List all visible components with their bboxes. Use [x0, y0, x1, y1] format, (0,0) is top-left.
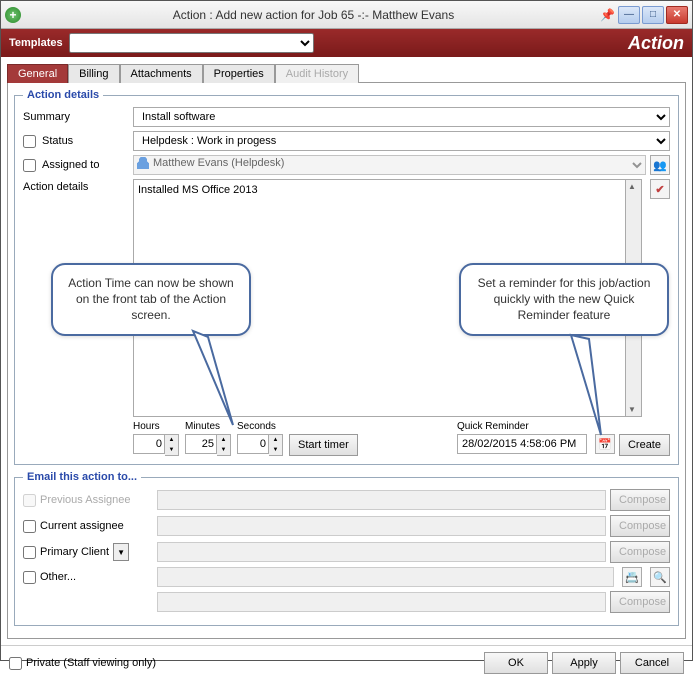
tab-general[interactable]: General	[7, 64, 68, 83]
primary-client-label: Primary Client	[40, 546, 109, 558]
status-checkbox[interactable]	[23, 135, 36, 148]
start-timer-button[interactable]: Start timer	[289, 434, 358, 456]
user-icon	[137, 157, 149, 169]
close-button[interactable]: ✕	[666, 6, 688, 24]
footer: Private (Staff viewing only) OK Apply Ca…	[1, 645, 692, 680]
curr-assignee-label: Current assignee	[40, 520, 124, 532]
spellcheck-button[interactable]: ✔	[650, 179, 670, 199]
create-reminder-button[interactable]: Create	[619, 434, 670, 456]
prev-compose-button: Compose	[610, 489, 670, 511]
callout-action-time: Action Time can now be shown on the fron…	[51, 263, 251, 336]
other-search-button[interactable]: 🔍	[650, 567, 670, 587]
brand-label: Action	[628, 33, 684, 54]
details-label: Action details	[23, 181, 88, 193]
hours-down[interactable]: ▼	[165, 445, 178, 455]
private-label: Private (Staff viewing only)	[26, 657, 156, 669]
summary-select[interactable]: Install software	[133, 107, 670, 127]
other-compose-button: Compose	[610, 591, 670, 613]
email-legend: Email this action to...	[23, 471, 141, 483]
primary-compose-button: Compose	[610, 541, 670, 563]
hours-up[interactable]: ▲	[165, 435, 178, 445]
email-fieldset: Email this action to... Previous Assigne…	[14, 471, 679, 626]
minimize-button[interactable]: —	[618, 6, 640, 24]
pin-icon[interactable]: 📌	[600, 8, 614, 22]
seconds-up[interactable]: ▲	[269, 435, 282, 445]
templates-label: Templates	[9, 37, 63, 49]
minutes-down[interactable]: ▼	[217, 445, 230, 455]
summary-label: Summary	[23, 111, 70, 123]
tab-audit-history: Audit History	[275, 64, 359, 83]
ok-button[interactable]: OK	[484, 652, 548, 674]
assigned-label: Assigned to	[42, 159, 99, 171]
primary-client-field	[157, 542, 606, 562]
assigned-checkbox[interactable]	[23, 159, 36, 172]
tab-attachments[interactable]: Attachments	[120, 64, 203, 83]
seconds-down[interactable]: ▼	[269, 445, 282, 455]
hours-input[interactable]	[133, 434, 165, 454]
tab-billing[interactable]: Billing	[68, 64, 119, 83]
curr-assignee-checkbox[interactable]	[23, 520, 36, 533]
assigned-lookup-button[interactable]: 👥	[650, 155, 670, 175]
primary-client-checkbox[interactable]	[23, 546, 36, 559]
cancel-button[interactable]: Cancel	[620, 652, 684, 674]
maximize-button[interactable]: □	[642, 6, 664, 24]
other-label: Other...	[40, 571, 76, 583]
minutes-up[interactable]: ▲	[217, 435, 230, 445]
seconds-label: Seconds	[237, 421, 283, 432]
other-field-2	[157, 592, 606, 612]
other-checkbox[interactable]	[23, 571, 36, 584]
prev-assignee-checkbox	[23, 494, 36, 507]
prev-assignee-field	[157, 490, 606, 510]
primary-client-dropdown[interactable]: ▼	[113, 543, 129, 561]
app-icon: +	[5, 7, 21, 23]
status-label: Status	[42, 135, 73, 147]
templates-bar: Templates Action	[1, 29, 692, 57]
apply-button[interactable]: Apply	[552, 652, 616, 674]
titlebar: + Action : Add new action for Job 65 -:-…	[1, 1, 692, 29]
window-title: Action : Add new action for Job 65 -:- M…	[27, 8, 600, 22]
other-field-1	[157, 567, 614, 587]
tab-properties[interactable]: Properties	[203, 64, 275, 83]
other-contacts-button[interactable]: 📇	[622, 567, 642, 587]
prev-assignee-label: Previous Assignee	[40, 494, 131, 506]
private-checkbox[interactable]	[9, 657, 22, 670]
templates-select[interactable]	[69, 33, 314, 53]
status-select[interactable]: Helpdesk : Work in progess	[133, 131, 670, 151]
curr-compose-button: Compose	[610, 515, 670, 537]
callout-quick-reminder: Set a reminder for this job/action quick…	[459, 263, 669, 336]
seconds-input[interactable]	[237, 434, 269, 454]
tabstrip: General Billing Attachments Properties A…	[1, 57, 692, 82]
minutes-input[interactable]	[185, 434, 217, 454]
curr-assignee-field	[157, 516, 606, 536]
action-details-legend: Action details	[23, 89, 103, 101]
